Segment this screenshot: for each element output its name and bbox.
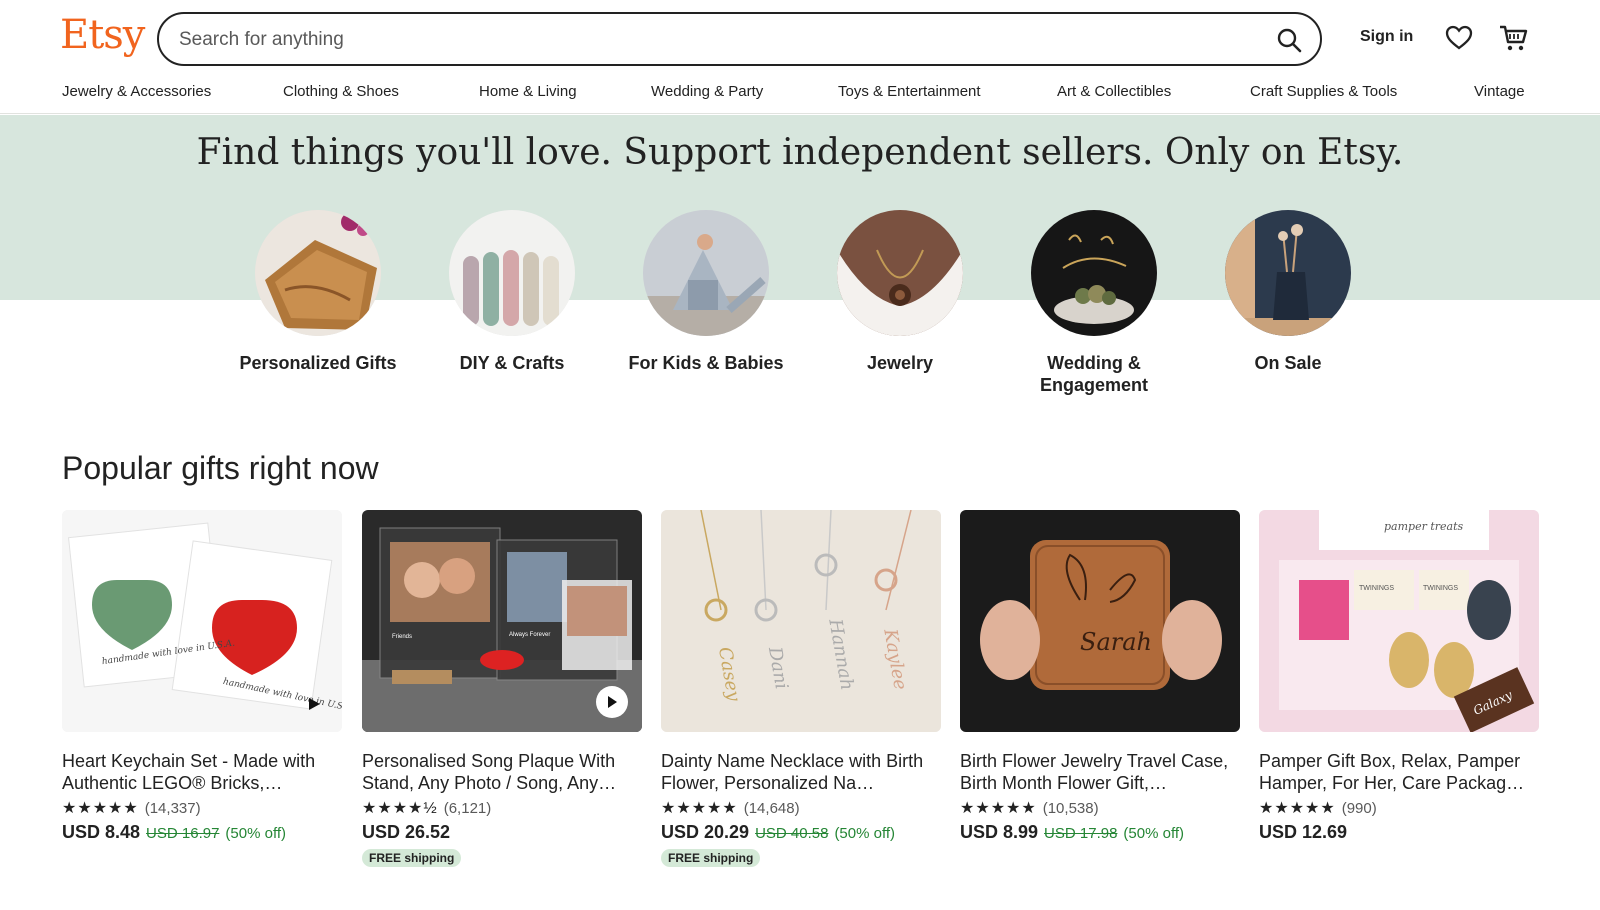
- star-rating-icon: ★★★★½: [362, 800, 438, 817]
- category-image: [643, 210, 769, 336]
- price-row: USD 12.69: [1259, 822, 1539, 843]
- category-image: [255, 210, 381, 336]
- discount: (50% off): [225, 825, 287, 842]
- search-input[interactable]: [179, 26, 1229, 54]
- search-button[interactable]: [1270, 21, 1308, 59]
- review-count: (6,121): [443, 799, 492, 817]
- search-icon: [1277, 28, 1302, 53]
- nav-jewelry-accessories[interactable]: Jewelry & Accessories: [62, 83, 211, 100]
- product-card[interactable]: pamper treats TWININGS TWININGS Galaxy P…: [1259, 510, 1539, 843]
- rating: ★★★★★ (14,337): [62, 798, 342, 818]
- sign-in-link[interactable]: Sign in: [1360, 28, 1413, 46]
- nav-craft-supplies[interactable]: Craft Supplies & Tools: [1250, 83, 1397, 100]
- price: USD 20.29: [661, 822, 750, 842]
- rating: ★★★★★ (14,648): [661, 798, 941, 818]
- search-bar[interactable]: [157, 12, 1322, 66]
- category-label: For Kids & Babies: [628, 353, 784, 373]
- star-rating-icon: ★★★★★: [661, 800, 738, 817]
- product-card[interactable]: handmade with love in U.S.A. handmade wi…: [62, 510, 342, 843]
- category-nav: Jewelry & Accessories Clothing & Shoes H…: [0, 78, 1600, 114]
- category-label: Wedding & Engagement: [1039, 353, 1149, 395]
- svg-text:Friends: Friends: [392, 634, 412, 640]
- original-price: USD 40.58: [755, 825, 829, 842]
- original-price: USD 16.97: [146, 825, 220, 842]
- cart-icon: [1500, 25, 1528, 51]
- review-count: (14,337): [144, 799, 201, 817]
- product-image[interactable]: Friends Always Forever: [362, 510, 642, 732]
- discount: (50% off): [834, 825, 896, 842]
- review-count: (990): [1341, 799, 1377, 817]
- product-title[interactable]: Dainty Name Necklace with Birth Flower, …: [661, 750, 941, 794]
- header: Etsy Sign in: [0, 0, 1600, 76]
- section-title: Popular gifts right now: [62, 450, 379, 486]
- price-row: USD 26.52: [362, 822, 642, 843]
- category-wedding-engagement[interactable]: Wedding & Engagement: [1014, 210, 1174, 396]
- category-label: DIY & Crafts: [459, 353, 565, 373]
- svg-text:TWININGS: TWININGS: [1423, 585, 1458, 592]
- svg-text:Sarah: Sarah: [1080, 628, 1152, 656]
- etsy-logo[interactable]: Etsy: [60, 12, 145, 58]
- product-title[interactable]: Personalised Song Plaque With Stand, Any…: [362, 750, 642, 794]
- price: USD 12.69: [1259, 822, 1348, 842]
- category-label: Jewelry: [866, 353, 934, 373]
- discount: (50% off): [1123, 825, 1185, 842]
- original-price: USD 17.98: [1044, 825, 1118, 842]
- product-title[interactable]: Birth Flower Jewelry Travel Case, Birth …: [960, 750, 1240, 794]
- heart-icon: [1445, 25, 1473, 50]
- svg-text:Always Forever: Always Forever: [509, 632, 550, 638]
- category-image: [449, 210, 575, 336]
- price-row: USD 8.48 USD 16.97 (50% off): [62, 822, 342, 843]
- nav-art-collectibles[interactable]: Art & Collectibles: [1057, 83, 1171, 100]
- play-button[interactable]: [596, 686, 628, 718]
- nav-toys-entertainment[interactable]: Toys & Entertainment: [838, 83, 981, 100]
- nav-wedding-party[interactable]: Wedding & Party: [651, 83, 763, 100]
- free-shipping-badge: FREE shipping: [362, 849, 462, 867]
- review-count: (10,538): [1042, 799, 1099, 817]
- review-count: (14,648): [743, 799, 800, 817]
- nav-home-living[interactable]: Home & Living: [479, 83, 577, 100]
- product-image[interactable]: Casey Dani Hannah Kaylee: [661, 510, 941, 732]
- hero-title: Find things you'll love. Support indepen…: [196, 132, 1404, 173]
- category-diy-crafts[interactable]: DIY & Crafts: [432, 210, 592, 374]
- star-rating-icon: ★★★★★: [960, 800, 1037, 817]
- category-image: [837, 210, 963, 336]
- product-title[interactable]: Pamper Gift Box, Relax, Pamper Hamper, F…: [1259, 750, 1539, 794]
- product-card[interactable]: Sarah Birth Flower Jewelry Travel Case, …: [960, 510, 1240, 843]
- product-image[interactable]: pamper treats TWININGS TWININGS Galaxy: [1259, 510, 1539, 732]
- play-icon: [608, 696, 617, 708]
- category-on-sale[interactable]: On Sale: [1208, 210, 1368, 374]
- star-rating-icon: ★★★★★: [62, 800, 139, 817]
- favorites-button[interactable]: [1445, 24, 1473, 52]
- price-row: USD 20.29 USD 40.58 (50% off): [661, 822, 941, 843]
- category-label: Personalized Gifts: [239, 353, 397, 373]
- nav-vintage[interactable]: Vintage: [1474, 83, 1525, 100]
- price: USD 8.48: [62, 822, 141, 842]
- svg-text:pamper treats: pamper treats: [1384, 520, 1464, 533]
- price-row: USD 8.99 USD 17.98 (50% off): [960, 822, 1240, 843]
- price: USD 8.99: [960, 822, 1039, 842]
- category-jewelry[interactable]: Jewelry: [820, 210, 980, 374]
- category-label: On Sale: [1254, 353, 1322, 373]
- product-card[interactable]: Casey Dani Hannah Kaylee Dainty Name Nec…: [661, 510, 941, 867]
- star-rating-icon: ★★★★★: [1259, 800, 1336, 817]
- nav-clothing-shoes[interactable]: Clothing & Shoes: [283, 83, 399, 100]
- free-shipping-badge: FREE shipping: [661, 849, 761, 867]
- price: USD 26.52: [362, 822, 451, 842]
- product-title[interactable]: Heart Keychain Set - Made with Authentic…: [62, 750, 342, 794]
- rating: ★★★★★ (990): [1259, 798, 1539, 818]
- category-kids-babies[interactable]: For Kids & Babies: [626, 210, 786, 374]
- category-image: [1031, 210, 1157, 336]
- category-image: [1225, 210, 1351, 336]
- product-image[interactable]: Sarah: [960, 510, 1240, 732]
- product-card[interactable]: Friends Always Forever Personalised Song…: [362, 510, 642, 867]
- product-image[interactable]: handmade with love in U.S.A. handmade wi…: [62, 510, 342, 732]
- rating: ★★★★½ (6,121): [362, 798, 642, 818]
- cart-button[interactable]: [1498, 22, 1530, 54]
- svg-text:TWININGS: TWININGS: [1359, 585, 1394, 592]
- rating: ★★★★★ (10,538): [960, 798, 1240, 818]
- category-personalized-gifts[interactable]: Personalized Gifts: [238, 210, 398, 374]
- play-icon[interactable]: [306, 696, 322, 712]
